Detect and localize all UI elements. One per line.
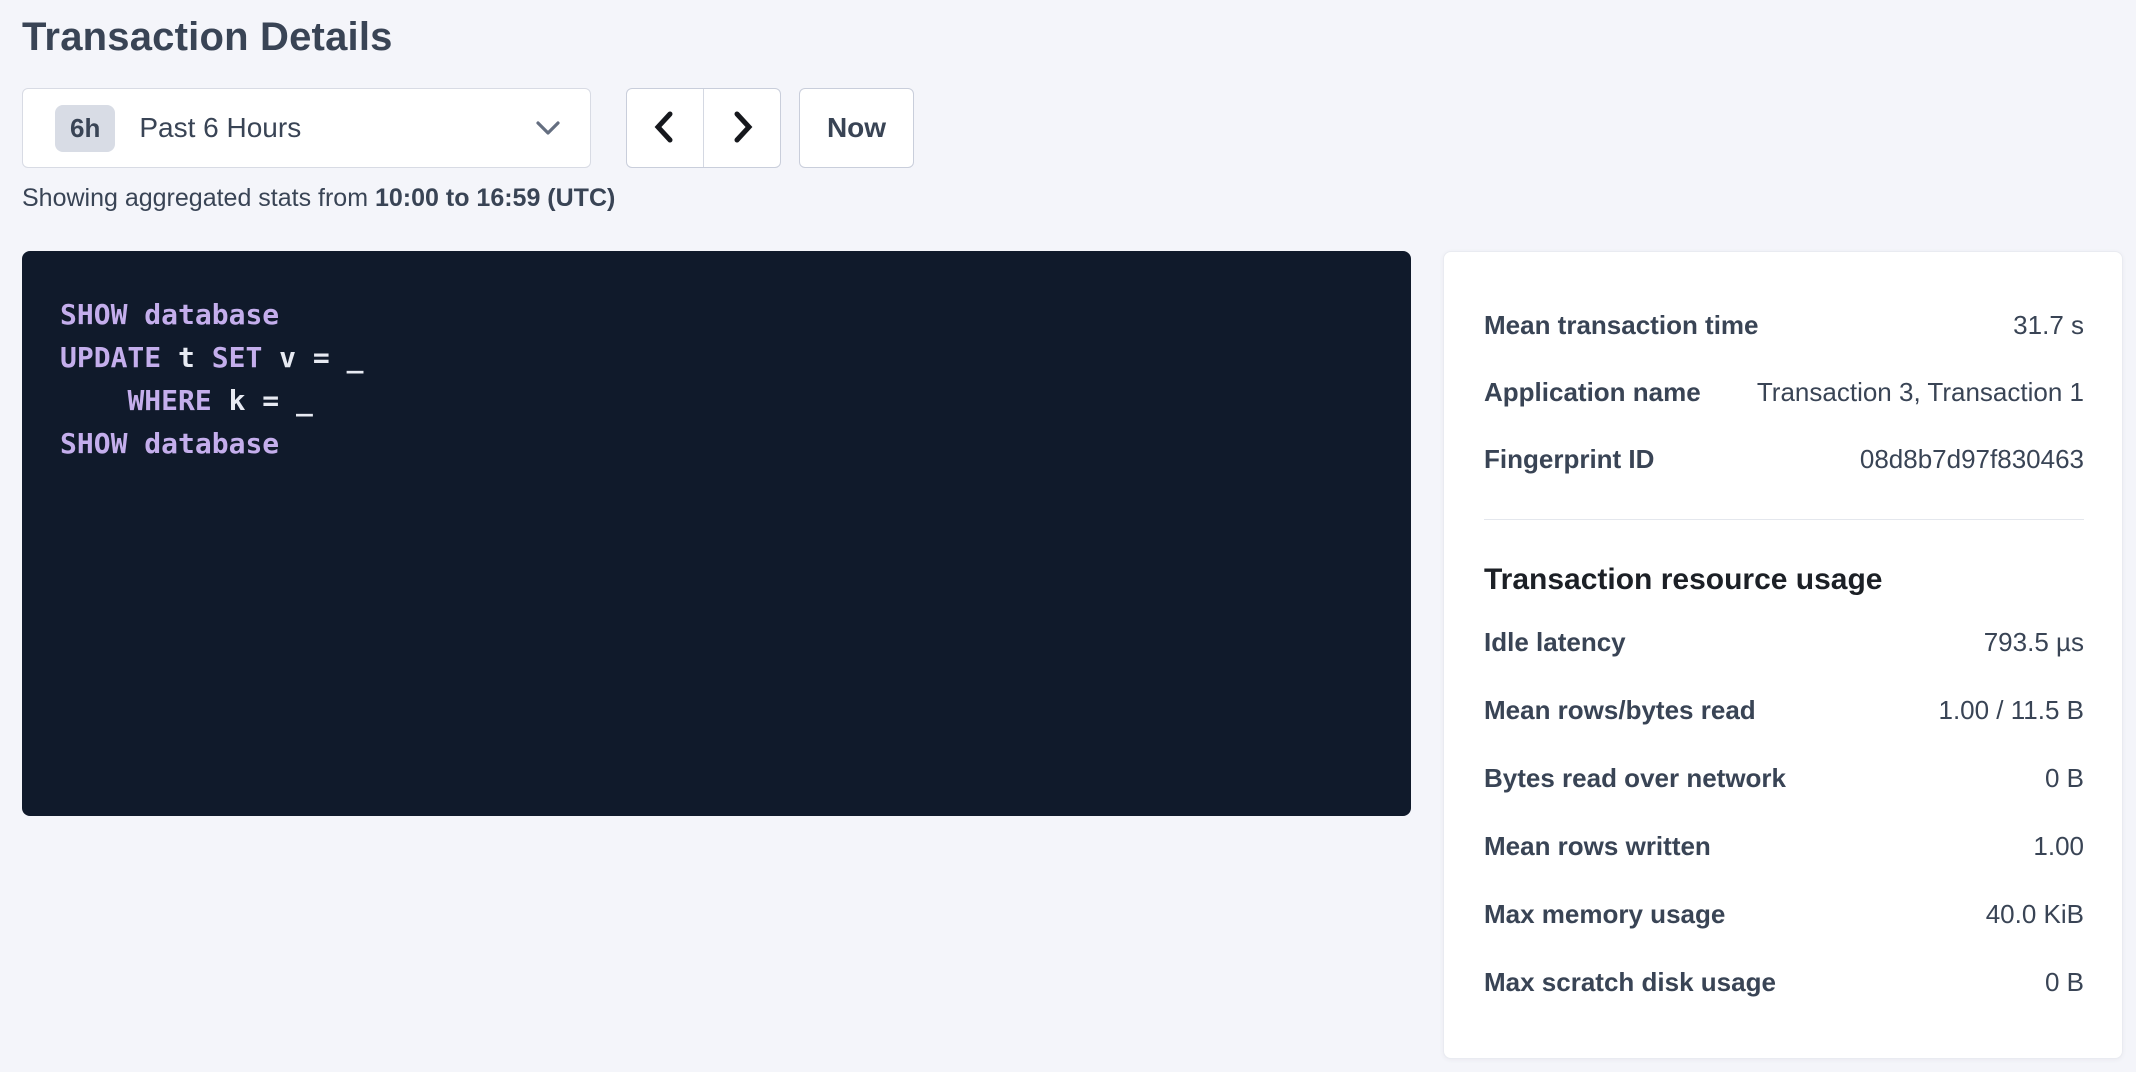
time-range-label: Past 6 Hours: [139, 112, 301, 144]
sql-token: v = _: [262, 341, 363, 374]
resource-usage-heading: Transaction resource usage: [1484, 562, 2084, 598]
resource-row-value: 1.00 / 11.5 B: [1938, 695, 2084, 726]
sql-token: [127, 298, 144, 331]
summary-row-fingerprint-id: Fingerprint ID 08d8b7d97f830463: [1484, 426, 2084, 493]
resource-row-mean-rows-written: Mean rows written 1.00: [1484, 812, 2084, 880]
time-range-step-group: [626, 88, 781, 168]
sql-statement-text: SHOW database UPDATE t SET v = _ WHERE k…: [60, 293, 1381, 465]
sql-token: WHERE: [127, 384, 211, 417]
main-content: SHOW database UPDATE t SET v = _ WHERE k…: [22, 251, 2123, 1059]
chevron-right-icon: [728, 109, 756, 148]
card-divider: [1484, 519, 2084, 520]
page-title: Transaction Details: [22, 12, 2123, 62]
next-range-button[interactable]: [704, 89, 780, 167]
resource-row-label: Bytes read over network: [1484, 763, 1806, 794]
resource-row-mean-rows-bytes-read: Mean rows/bytes read 1.00 / 11.5 B: [1484, 676, 2084, 744]
sql-token: SHOW: [60, 427, 127, 460]
sql-token: [60, 384, 127, 417]
resource-row-label: Idle latency: [1484, 627, 1646, 658]
summary-row-value: Transaction 3, Transaction 1: [1757, 377, 2084, 408]
resource-row-bytes-read-over-network: Bytes read over network 0 B: [1484, 744, 2084, 812]
chevron-down-icon: [534, 119, 562, 137]
resource-row-label: Max scratch disk usage: [1484, 967, 1796, 998]
resource-row-value: 40.0 KiB: [1986, 899, 2084, 930]
summary-row-mean-transaction-time: Mean transaction time 31.7 s: [1484, 292, 2084, 359]
resource-row-max-memory-usage: Max memory usage 40.0 KiB: [1484, 880, 2084, 948]
time-range-dropdown[interactable]: 6h Past 6 Hours: [22, 88, 591, 168]
time-picker-row: 6h Past 6 Hours Now: [22, 88, 2123, 168]
resource-row-label: Mean rows written: [1484, 831, 1731, 862]
transaction-details-page: Transaction Details 6h Past 6 Hours Now …: [0, 0, 2136, 1059]
summary-row-label: Application name: [1484, 377, 1721, 408]
transaction-summary-card: Mean transaction time 31.7 s Application…: [1443, 251, 2123, 1059]
stats-line-prefix: Showing aggregated stats from: [22, 184, 375, 212]
resource-row-value: 1.00: [2033, 831, 2084, 862]
summary-row-label: Mean transaction time: [1484, 310, 1779, 341]
resource-row-value: 793.5 µs: [1984, 627, 2084, 658]
now-button[interactable]: Now: [799, 88, 914, 168]
sql-token: UPDATE: [60, 341, 161, 374]
sql-token: SHOW: [60, 298, 127, 331]
resource-row-value: 0 B: [2045, 967, 2084, 998]
resource-row-idle-latency: Idle latency 793.5 µs: [1484, 608, 2084, 676]
summary-row-label: Fingerprint ID: [1484, 444, 1674, 475]
summary-row-application-name: Application name Transaction 3, Transact…: [1484, 359, 2084, 426]
sql-token: [127, 427, 144, 460]
resource-row-max-scratch-disk-usage: Max scratch disk usage 0 B: [1484, 948, 2084, 1016]
resource-row-label: Mean rows/bytes read: [1484, 695, 1776, 726]
aggregated-stats-line: Showing aggregated stats from 10:00 to 1…: [22, 182, 2123, 214]
summary-row-value: 31.7 s: [2013, 310, 2084, 341]
sql-token: database: [144, 427, 279, 460]
sql-token: t: [161, 341, 212, 374]
resource-row-label: Max memory usage: [1484, 899, 1745, 930]
stats-line-range: 10:00 to 16:59 (UTC): [375, 184, 615, 212]
prev-range-button[interactable]: [627, 89, 704, 167]
sql-token: k = _: [212, 384, 313, 417]
resource-row-value: 0 B: [2045, 763, 2084, 794]
summary-row-value: 08d8b7d97f830463: [1860, 444, 2084, 475]
chevron-left-icon: [651, 109, 679, 148]
sql-token: database: [144, 298, 279, 331]
sql-statement-box: SHOW database UPDATE t SET v = _ WHERE k…: [22, 251, 1411, 816]
sql-token: SET: [212, 341, 263, 374]
time-range-badge: 6h: [55, 105, 115, 152]
